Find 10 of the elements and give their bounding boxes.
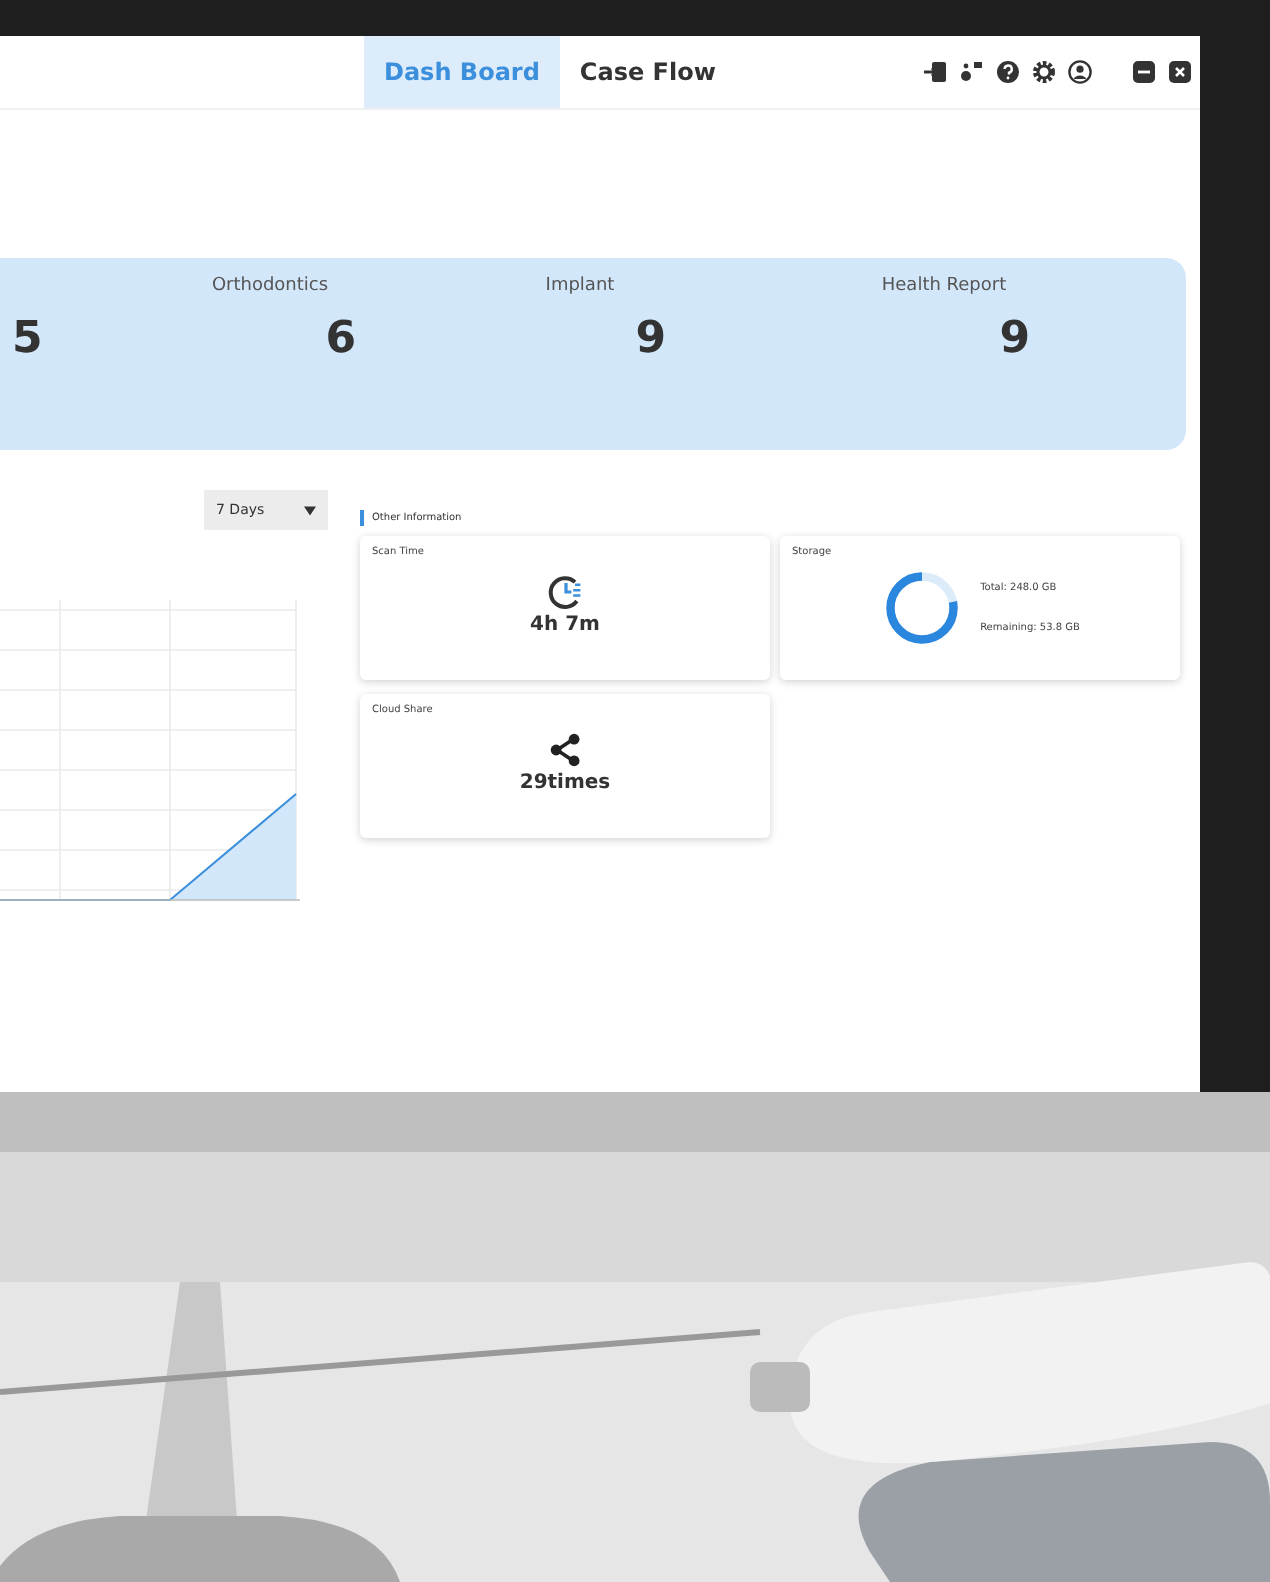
stat-label: Implant	[545, 276, 615, 300]
tab[interactable]: Case Flow	[559, 36, 736, 108]
stat-value: 5	[12, 314, 45, 364]
stat-value: 9	[999, 314, 1032, 364]
stat-label: Health Report	[881, 276, 1007, 300]
scan-time-value: 4h 7m	[530, 614, 600, 636]
stat-label: Orthodontics	[211, 276, 329, 300]
stat-value: 6	[325, 314, 358, 364]
cloud-share-value: 29times	[519, 772, 611, 794]
stat-value: 9	[635, 314, 668, 364]
